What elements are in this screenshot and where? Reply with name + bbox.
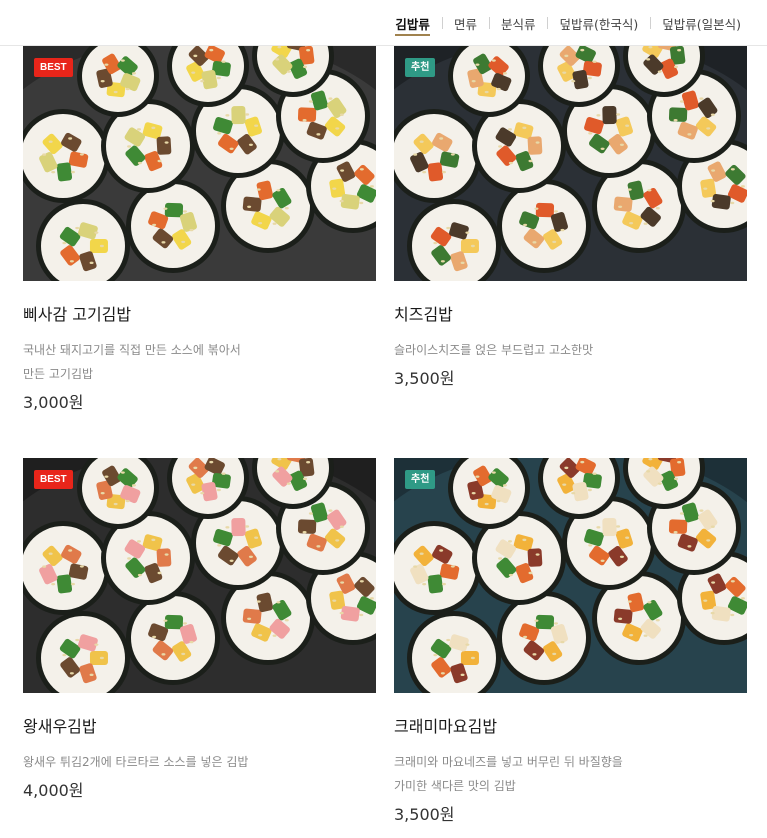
menu-price: 3,500원 xyxy=(394,805,455,824)
tab-rice-bowl-korean[interactable]: 덮밥류(한국식) xyxy=(547,0,650,46)
gimbap-photo xyxy=(394,46,747,281)
menu-photo[interactable]: 추천 xyxy=(394,458,747,693)
menu-photo[interactable]: BEST xyxy=(23,458,376,693)
menu-card: BEST 왕새우김밥 왕새우 튀김2개에 타르타르 소스를 넣은 김밥 4,00… xyxy=(23,458,376,802)
menu-name[interactable]: 치즈김밥 xyxy=(394,305,747,325)
menu-card: BEST 삐사감 고기김밥 국내산 돼지고기를 직접 만든 소스에 볶아서 만든… xyxy=(23,46,376,414)
tab-noodles[interactable]: 면류 xyxy=(441,0,489,46)
menu-description: 국내산 돼지고기를 직접 만든 소스에 볶아서 만든 고기김밥 xyxy=(23,343,241,381)
recommend-badge: 추천 xyxy=(405,470,436,489)
menu-card: 추천 치즈김밥 슬라이스치즈를 얹은 부드럽고 고소한맛 3,500원 xyxy=(394,46,747,390)
menu-description: 왕새우 튀김2개에 타르타르 소스를 넣은 김밥 xyxy=(23,755,249,769)
menu-name[interactable]: 삐사감 고기김밥 xyxy=(23,305,376,325)
menu-name[interactable]: 크래미마요김밥 xyxy=(394,717,747,737)
gimbap-photo xyxy=(23,46,376,281)
gimbap-photo xyxy=(23,458,376,693)
menu-name[interactable]: 왕새우김밥 xyxy=(23,717,376,737)
recommend-badge: 추천 xyxy=(405,58,436,77)
tab-gimbap[interactable]: 김밥류 xyxy=(383,0,442,46)
category-nav: 김밥류 면류 분식류 덮밥류(한국식) 덮밥류(일본식) xyxy=(0,0,767,46)
menu-photo[interactable]: BEST xyxy=(23,46,376,281)
category-tabs: 김밥류 면류 분식류 덮밥류(한국식) 덮밥류(일본식) xyxy=(383,0,753,46)
best-badge: BEST xyxy=(34,470,73,489)
menu-price: 4,000원 xyxy=(23,781,84,800)
menu-photo[interactable]: 추천 xyxy=(394,46,747,281)
tab-snacks[interactable]: 분식류 xyxy=(488,0,548,46)
gimbap-photo xyxy=(394,458,747,693)
best-badge: BEST xyxy=(34,58,73,77)
menu-description: 크래미와 마요네즈를 넣고 버무린 뒤 바질향을 가미한 색다른 맛의 김밥 xyxy=(394,755,623,793)
menu-card: 추천 크래미마요김밥 크래미와 마요네즈를 넣고 버무린 뒤 바질향을 가미한 … xyxy=(394,458,747,826)
menu-price: 3,000원 xyxy=(23,393,84,412)
tab-rice-bowl-japanese[interactable]: 덮밥류(일본식) xyxy=(650,0,753,46)
menu-description: 슬라이스치즈를 얹은 부드럽고 고소한맛 xyxy=(394,343,594,357)
menu-price: 3,500원 xyxy=(394,369,455,388)
